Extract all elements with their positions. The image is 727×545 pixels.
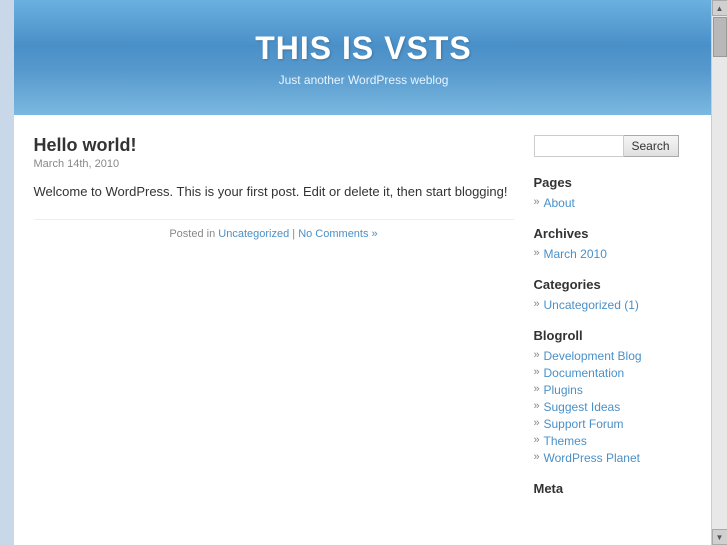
blogroll-docs-link[interactable]: Documentation bbox=[544, 366, 625, 380]
sidebar: Search Pages About Archives March 2010 bbox=[534, 135, 694, 512]
list-item: About bbox=[534, 196, 694, 210]
site-header: THIS IS VSTS Just another WordPress webl… bbox=[14, 0, 714, 115]
scroll-down-arrow[interactable]: ▼ bbox=[712, 529, 727, 545]
list-item: Uncategorized (1) bbox=[534, 298, 694, 312]
sidebar-section-pages: Pages About bbox=[534, 175, 694, 210]
scroll-track bbox=[712, 16, 727, 529]
post-footer: Posted in Uncategorized | No Comments » bbox=[34, 219, 514, 240]
blogroll-suggest-link[interactable]: Suggest Ideas bbox=[544, 400, 621, 414]
list-item: Development Blog bbox=[534, 349, 694, 363]
post-title: Hello world! bbox=[34, 135, 514, 156]
post-content: Welcome to WordPress. This is your first… bbox=[34, 182, 514, 203]
list-item: WordPress Planet bbox=[534, 451, 694, 465]
sidebar-list-categories: Uncategorized (1) bbox=[534, 298, 694, 312]
list-item: March 2010 bbox=[534, 247, 694, 261]
categories-uncategorized-link[interactable]: Uncategorized (1) bbox=[544, 298, 639, 312]
blogroll-plugins-link[interactable]: Plugins bbox=[544, 383, 583, 397]
list-item: Support Forum bbox=[534, 417, 694, 431]
sidebar-section-blogroll: Blogroll Development Blog Documentation … bbox=[534, 328, 694, 465]
search-input[interactable] bbox=[534, 135, 624, 157]
scroll-thumb[interactable] bbox=[713, 17, 727, 57]
sidebar-section-categories: Categories Uncategorized (1) bbox=[534, 277, 694, 312]
site-title: THIS IS VSTS bbox=[34, 30, 694, 67]
sidebar-list-blogroll: Development Blog Documentation Plugins S… bbox=[534, 349, 694, 465]
content-area: Hello world! March 14th, 2010 Welcome to… bbox=[14, 115, 714, 532]
blogroll-wpplanet-link[interactable]: WordPress Planet bbox=[544, 451, 641, 465]
sidebar-heading-pages: Pages bbox=[534, 175, 694, 190]
sidebar-heading-blogroll: Blogroll bbox=[534, 328, 694, 343]
post-date: March 14th, 2010 bbox=[34, 158, 514, 170]
sidebar-section-archives: Archives March 2010 bbox=[534, 226, 694, 261]
sidebar-list-pages: About bbox=[534, 196, 694, 210]
sidebar-section-meta: Meta bbox=[534, 481, 694, 496]
sidebar-heading-categories: Categories bbox=[534, 277, 694, 292]
posted-in-label: Posted in bbox=[169, 228, 215, 240]
blogroll-devblog-link[interactable]: Development Blog bbox=[544, 349, 642, 363]
main-content: Hello world! March 14th, 2010 Welcome to… bbox=[34, 135, 514, 512]
list-item: Suggest Ideas bbox=[534, 400, 694, 414]
separator: | bbox=[292, 228, 295, 240]
list-item: Plugins bbox=[534, 383, 694, 397]
blogroll-themes-link[interactable]: Themes bbox=[544, 434, 587, 448]
page-wrapper: THIS IS VSTS Just another WordPress webl… bbox=[14, 0, 714, 545]
pages-about-link[interactable]: About bbox=[544, 196, 575, 210]
archives-march2010-link[interactable]: March 2010 bbox=[544, 247, 607, 261]
sidebar-heading-meta: Meta bbox=[534, 481, 694, 496]
search-widget: Search bbox=[534, 135, 694, 157]
list-item: Documentation bbox=[534, 366, 694, 380]
scrollbar[interactable]: ▲ ▼ bbox=[711, 0, 727, 545]
sidebar-heading-archives: Archives bbox=[534, 226, 694, 241]
category-link[interactable]: Uncategorized bbox=[218, 228, 289, 240]
list-item: Themes bbox=[534, 434, 694, 448]
search-button[interactable]: Search bbox=[624, 135, 679, 157]
blogroll-support-link[interactable]: Support Forum bbox=[544, 417, 624, 431]
scroll-up-arrow[interactable]: ▲ bbox=[712, 0, 727, 16]
sidebar-list-archives: March 2010 bbox=[534, 247, 694, 261]
comments-link[interactable]: No Comments » bbox=[298, 228, 377, 240]
site-tagline: Just another WordPress weblog bbox=[34, 73, 694, 87]
